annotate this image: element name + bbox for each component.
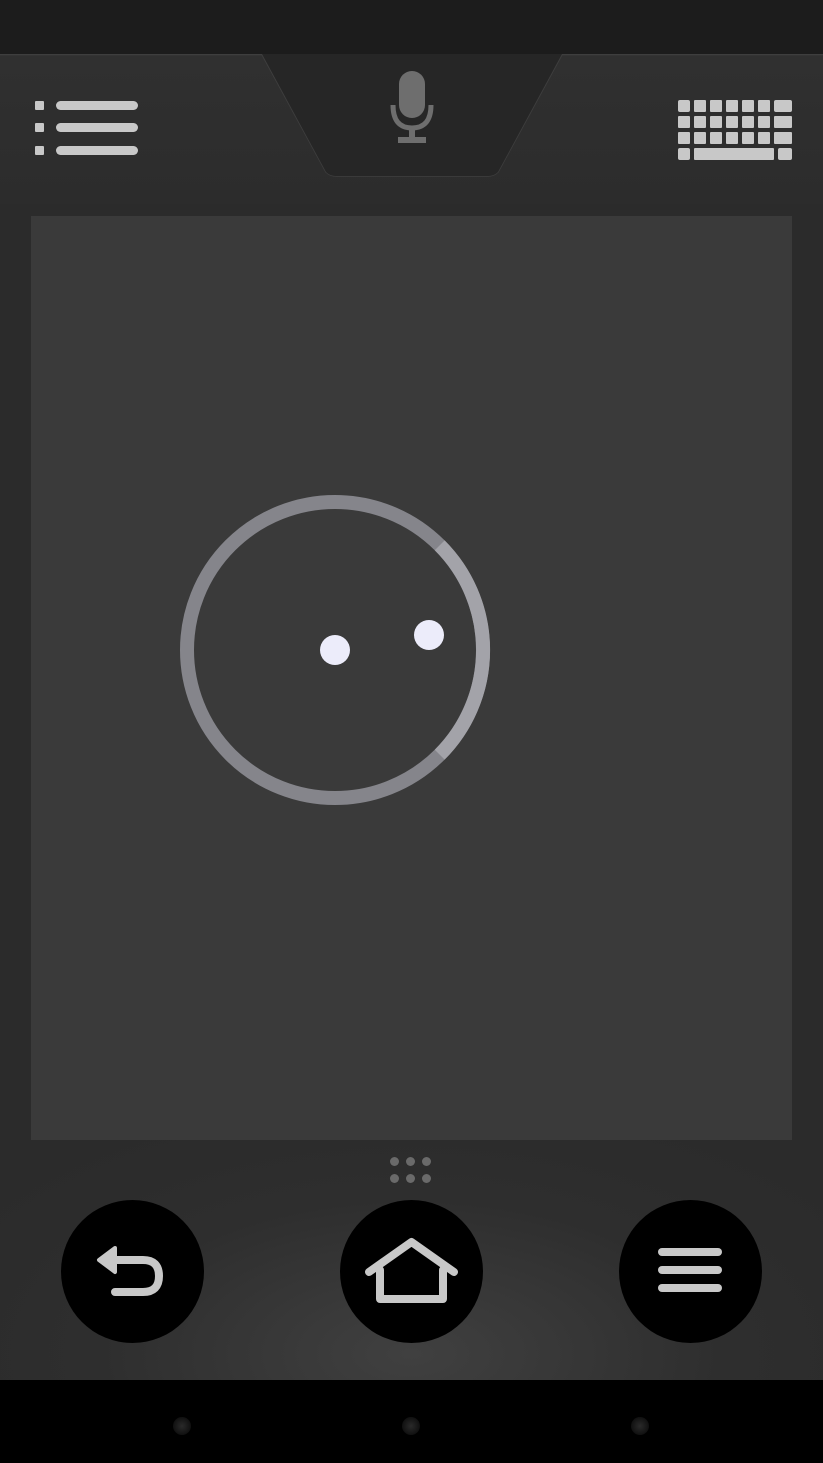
home-icon [365,1238,458,1303]
dot-grid-icon[interactable] [388,1154,434,1186]
touchpad[interactable] [31,216,792,1140]
gesture-ring-highlight [434,540,491,760]
back-arrow-icon [97,1246,163,1296]
home-button[interactable] [340,1200,483,1343]
keyboard-icon [678,100,792,160]
back-button[interactable] [61,1200,204,1343]
touch-point-secondary [414,620,444,650]
header-bar [0,54,823,204]
keyboard-button[interactable] [676,98,796,162]
touch-point-primary [320,635,350,665]
system-home-icon[interactable] [402,1417,420,1435]
status-bar [0,0,823,54]
list-icon [35,101,138,155]
remote-app [0,0,823,1463]
menu-button[interactable] [619,1200,762,1343]
system-recents-icon[interactable] [631,1417,649,1435]
system-back-icon[interactable] [173,1417,191,1435]
touch-gesture-indicator [180,495,491,805]
microphone-icon [390,71,434,143]
list-menu-button[interactable] [30,98,142,160]
hamburger-menu-icon [658,1248,722,1292]
voice-search-button[interactable] [386,68,438,146]
